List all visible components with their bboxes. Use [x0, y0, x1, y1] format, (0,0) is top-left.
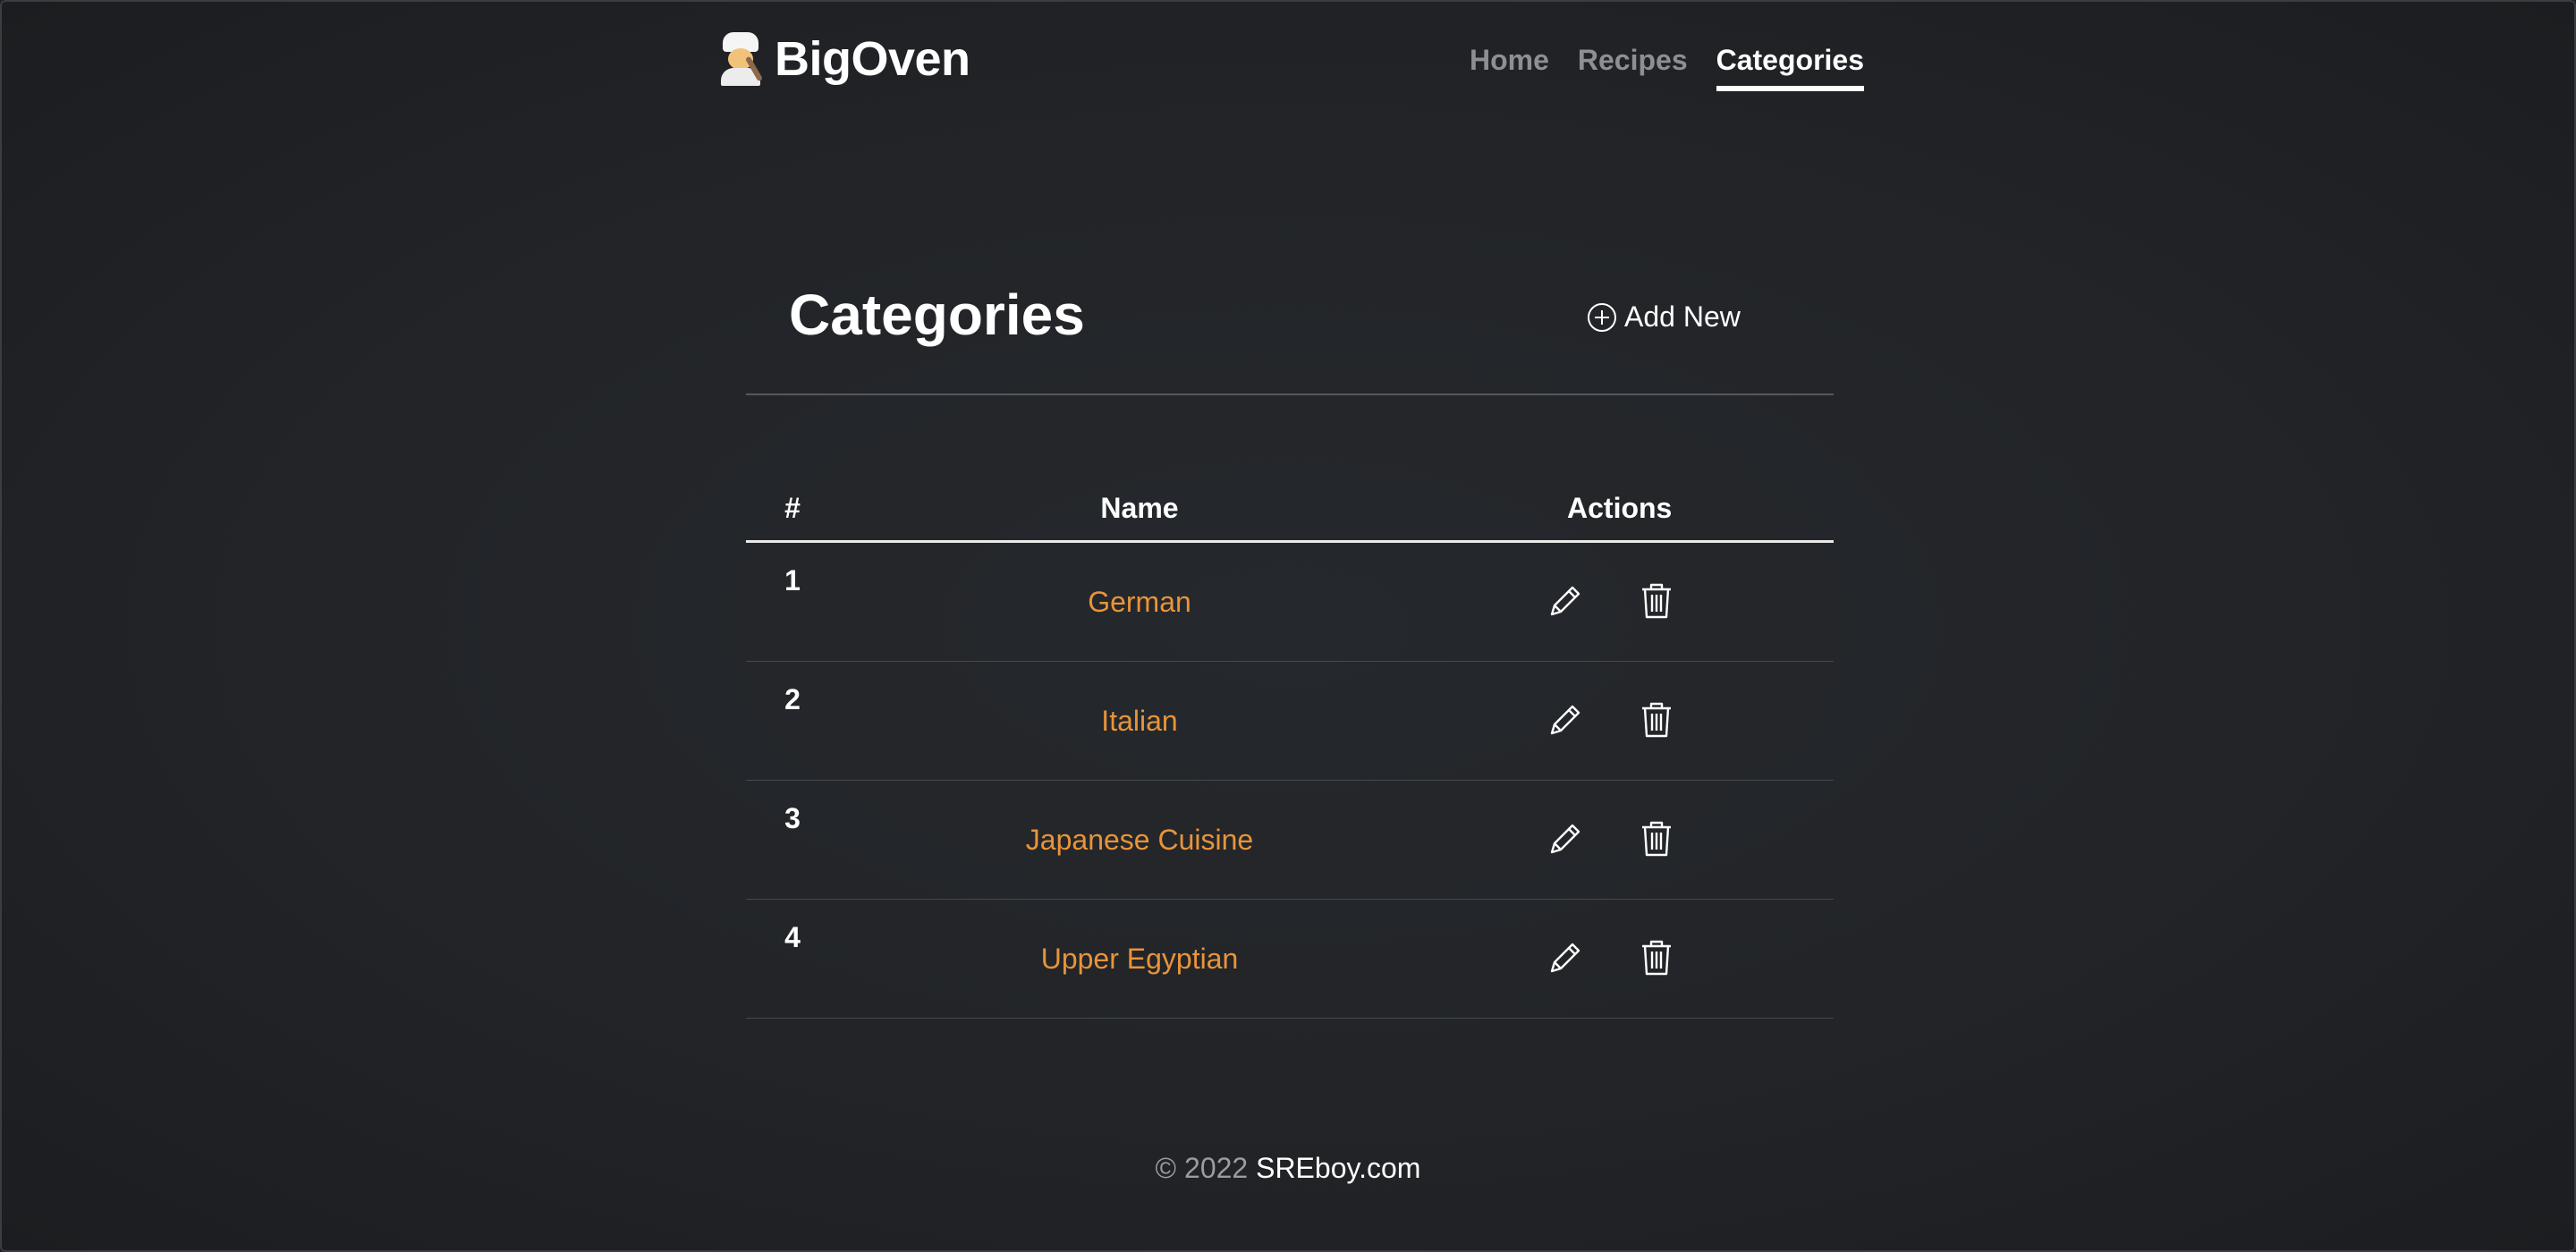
delete-button[interactable] [1637, 939, 1676, 978]
title-row: Categories Add New [746, 270, 1834, 395]
table-row: 3 Japanese Cuisine [746, 780, 1834, 900]
trash-icon [1638, 819, 1675, 861]
pencil-icon [1546, 582, 1584, 622]
category-link[interactable]: Upper Egyptian [1041, 943, 1239, 975]
category-link[interactable]: Japanese Cuisine [1026, 824, 1253, 856]
pencil-icon [1546, 939, 1584, 979]
trash-icon [1638, 581, 1675, 623]
delete-button[interactable] [1637, 701, 1676, 740]
brand-name: BigOven [775, 32, 970, 86]
table-header-row: # Name Actions [746, 476, 1834, 543]
chef-emoji-icon [717, 32, 764, 86]
edit-button[interactable] [1546, 820, 1585, 859]
delete-button[interactable] [1637, 582, 1676, 622]
page-title: Categories [789, 283, 1085, 347]
category-link[interactable]: Italian [1101, 705, 1177, 737]
nav-categories[interactable]: Categories [1716, 43, 1864, 92]
plus-circle-icon [1587, 302, 1617, 333]
nav-recipes[interactable]: Recipes [1578, 43, 1688, 91]
add-new-label: Add New [1624, 300, 1741, 333]
app-window: BigOven Home Recipes Categories Categori… [0, 0, 2576, 1252]
footer-copyright: © 2022 [1155, 1152, 1257, 1184]
table-row: 1 German [746, 541, 1834, 662]
edit-button[interactable] [1546, 582, 1585, 622]
categories-table: # Name Actions 1 German 2 Italian 3 Japa… [746, 476, 1834, 1019]
trash-icon [1638, 938, 1675, 980]
main-content: Categories Add New # Name Actions 1 Germ… [746, 270, 1834, 1019]
brand-link[interactable]: BigOven [717, 32, 970, 86]
header-actions: Actions [1440, 476, 1834, 543]
nav-home[interactable]: Home [1470, 43, 1549, 91]
pencil-icon [1546, 820, 1584, 860]
site-footer: © 2022 SREboy.com [2, 1152, 2574, 1185]
row-number: 4 [746, 899, 839, 1019]
edit-button[interactable] [1546, 939, 1585, 978]
footer-site-link[interactable]: SREboy.com [1256, 1152, 1420, 1184]
main-nav: Home Recipes Categories [1470, 43, 1864, 92]
pencil-icon [1546, 701, 1584, 741]
category-link[interactable]: German [1088, 586, 1191, 618]
trash-icon [1638, 700, 1675, 742]
table-row: 4 Upper Egyptian [746, 899, 1834, 1019]
row-number: 1 [746, 541, 839, 662]
add-new-button[interactable]: Add New [1587, 300, 1741, 334]
table-row: 2 Italian [746, 661, 1834, 781]
site-header: BigOven Home Recipes Categories [717, 27, 1864, 98]
row-number: 3 [746, 780, 839, 900]
row-number: 2 [746, 661, 839, 781]
delete-button[interactable] [1637, 820, 1676, 859]
header-name: Name [839, 476, 1440, 543]
header-number: # [746, 476, 839, 543]
edit-button[interactable] [1546, 701, 1585, 740]
